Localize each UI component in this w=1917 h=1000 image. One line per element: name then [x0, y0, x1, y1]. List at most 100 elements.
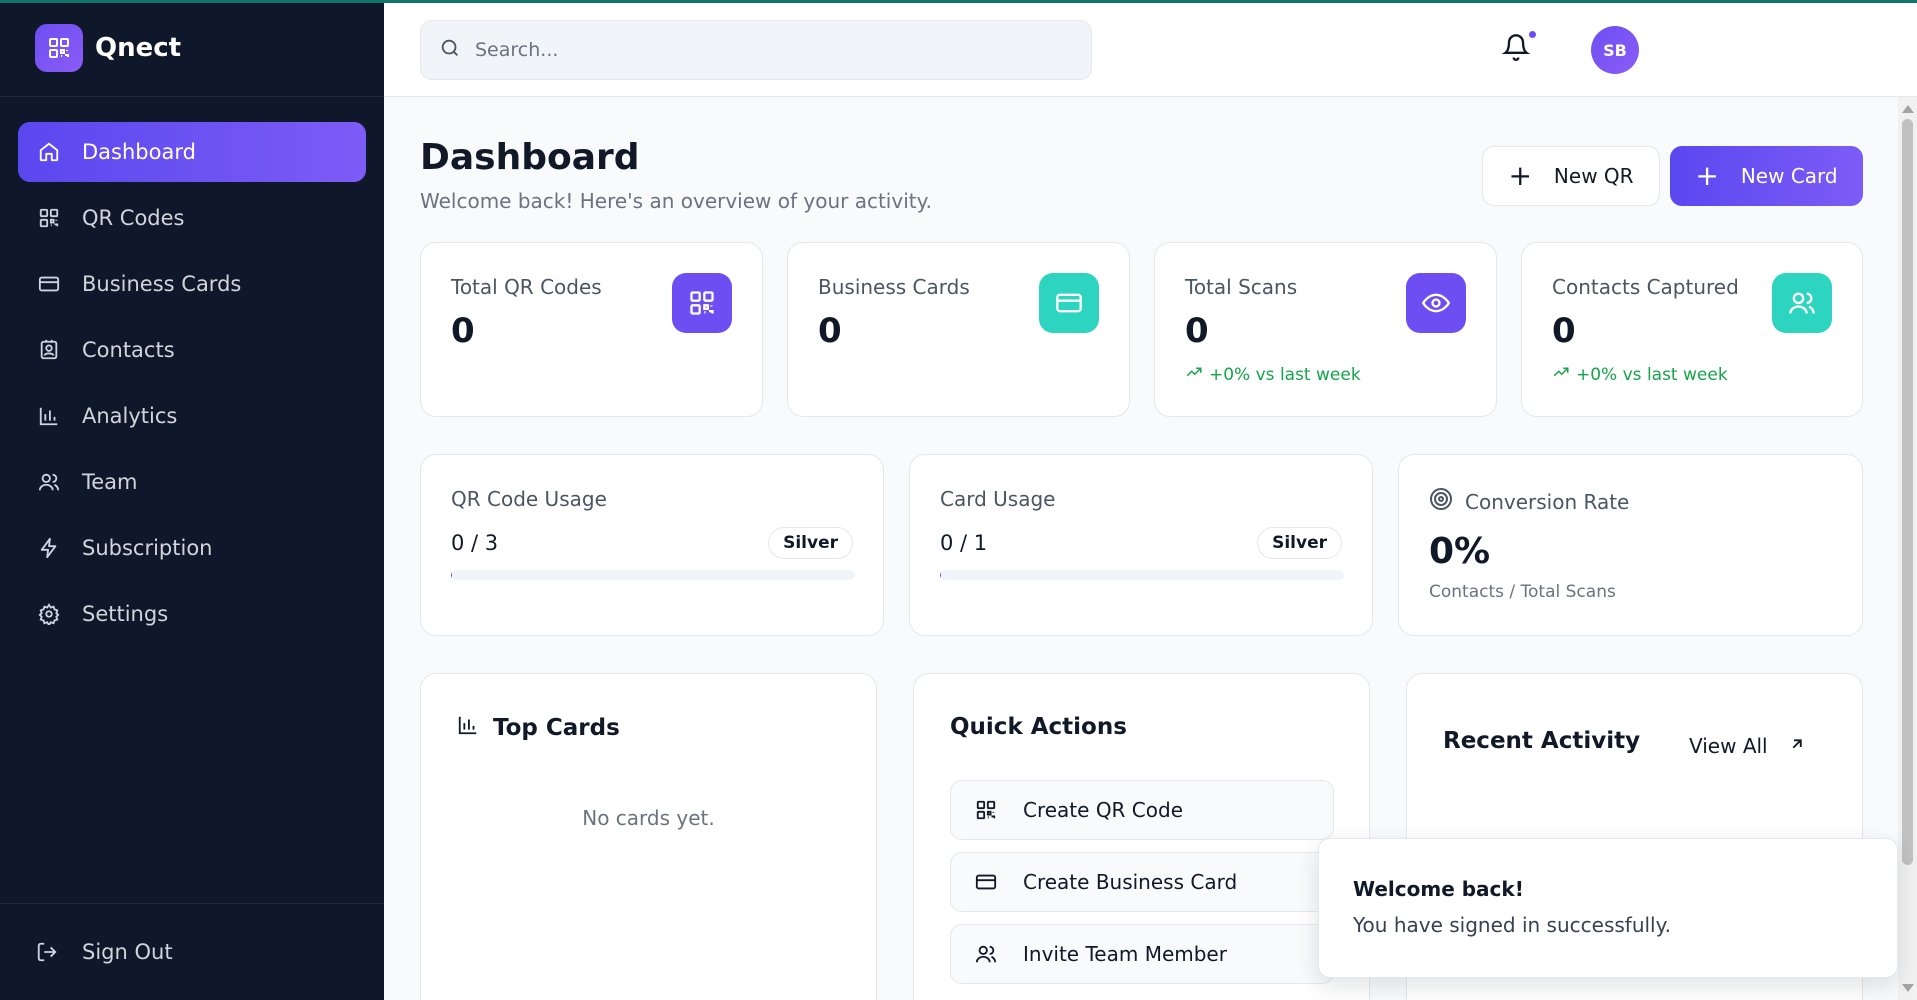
sidebar-item-team[interactable]: Team: [18, 452, 366, 512]
usage-progress-bar: [451, 570, 855, 580]
sidebar-item-dashboard[interactable]: Dashboard: [18, 122, 366, 182]
quick-actions-title: Quick Actions: [950, 714, 1127, 740]
stat-card-business-cards: Business Cards 0: [787, 242, 1130, 417]
brand-logo-icon: [35, 24, 83, 72]
eye-icon: [1406, 273, 1466, 333]
trending-up-icon: [1185, 363, 1209, 386]
stat-trend: +0% vs last week: [1552, 363, 1728, 386]
sidebar-item-label: QR Codes: [82, 206, 185, 230]
sidebar: Qnect Dashboard QR Codes Business Cards …: [0, 0, 384, 1000]
usage-count: 0 / 3: [451, 531, 499, 555]
sidebar-item-label: Settings: [82, 602, 169, 626]
bell-icon: [1501, 34, 1531, 65]
plan-badge: Silver: [768, 527, 853, 559]
gear-icon: [36, 601, 62, 627]
stat-trend: +0% vs last week: [1185, 363, 1361, 386]
bolt-icon: [36, 535, 62, 561]
scroll-up-arrow-icon[interactable]: [1902, 105, 1914, 113]
usage-label: QR Code Usage: [451, 487, 607, 511]
log-out-icon: [36, 939, 62, 965]
new-qr-button[interactable]: + New QR: [1482, 146, 1660, 206]
view-all-link[interactable]: View All: [1689, 734, 1806, 758]
quick-action-label: Create Business Card: [1023, 870, 1238, 894]
top-cards-panel: Top Cards No cards yet.: [420, 673, 877, 1000]
card-usage-card: Card Usage 0 / 1 Silver: [909, 454, 1373, 636]
page-title: Dashboard: [420, 137, 640, 178]
sign-out-button[interactable]: Sign Out: [0, 903, 384, 1000]
sidebar-item-subscription[interactable]: Subscription: [18, 518, 366, 578]
credit-card-icon: [36, 271, 62, 297]
home-icon: [36, 139, 62, 165]
qr-code-icon: [975, 797, 1001, 823]
usage-label: Card Usage: [940, 487, 1056, 511]
invite-team-member-button[interactable]: Invite Team Member: [950, 924, 1334, 984]
toast-message: You have signed in successfully.: [1353, 913, 1671, 937]
arrow-up-right-icon: [1768, 734, 1806, 758]
top-cards-title: Top Cards: [457, 714, 620, 742]
brand-name: Qnect: [95, 33, 182, 63]
panel-title-text: Top Cards: [493, 715, 620, 741]
top-header: SB: [384, 3, 1917, 97]
stat-label: Total QR Codes: [451, 275, 602, 299]
notification-dot: [1527, 29, 1538, 40]
usage-progress-fill: [940, 570, 941, 580]
page-subtitle: Welcome back! Here's an overview of your…: [420, 189, 932, 213]
sidebar-item-contacts[interactable]: Contacts: [18, 320, 366, 380]
page-scrollbar[interactable]: [1898, 97, 1917, 1000]
toast-title: Welcome back!: [1353, 877, 1524, 901]
new-qr-label: New QR: [1553, 164, 1634, 188]
brand[interactable]: Qnect: [0, 0, 384, 97]
sidebar-item-label: Business Cards: [82, 272, 242, 296]
conversion-value: 0%: [1429, 531, 1491, 572]
stat-card-total-qr-codes: Total QR Codes 0: [420, 242, 763, 417]
sidebar-item-qr-codes[interactable]: QR Codes: [18, 188, 366, 248]
trending-up-icon: [1552, 363, 1576, 386]
bar-chart-icon: [457, 714, 493, 742]
sidebar-item-settings[interactable]: Settings: [18, 584, 366, 644]
quick-actions-panel: Quick Actions Create QR Code Create Busi…: [913, 673, 1370, 1000]
search-box[interactable]: [420, 20, 1092, 80]
conversion-subtitle: Contacts / Total Scans: [1429, 582, 1616, 602]
plus-icon: +: [1695, 159, 1719, 192]
users-icon: [1772, 273, 1832, 333]
trend-text: +0% vs last week: [1209, 364, 1361, 385]
sign-out-label: Sign Out: [82, 940, 173, 964]
usage-progress-bar: [940, 570, 1344, 580]
quick-action-label: Create QR Code: [1023, 798, 1184, 822]
quick-action-label: Invite Team Member: [1023, 942, 1227, 966]
qr-code-icon: [36, 205, 62, 231]
stat-card-total-scans: Total Scans 0 +0% vs last week: [1154, 242, 1497, 417]
sidebar-nav: Dashboard QR Codes Business Cards Contac…: [0, 97, 384, 644]
conversion-label: Conversion Rate: [1465, 489, 1630, 514]
sidebar-item-business-cards[interactable]: Business Cards: [18, 254, 366, 314]
credit-card-icon: [975, 869, 1001, 895]
plus-icon: +: [1508, 159, 1532, 192]
usage-count: 0 / 1: [940, 531, 988, 555]
notification-button[interactable]: [1501, 29, 1538, 65]
avatar[interactable]: SB: [1591, 26, 1639, 74]
bar-chart-icon: [36, 403, 62, 429]
sidebar-item-label: Subscription: [82, 536, 213, 560]
contact-icon: [36, 337, 62, 363]
scroll-thumb[interactable]: [1902, 119, 1913, 865]
toast-notification[interactable]: Welcome back! You have signed in success…: [1318, 838, 1898, 978]
sidebar-item-label: Team: [82, 470, 138, 494]
create-qr-code-button[interactable]: Create QR Code: [950, 780, 1334, 840]
search-input[interactable]: [475, 39, 1075, 61]
scroll-down-arrow-icon[interactable]: [1902, 984, 1914, 992]
usage-progress-fill: [451, 570, 452, 580]
stat-card-contacts-captured: Contacts Captured 0 +0% vs last week: [1521, 242, 1863, 417]
sidebar-item-analytics[interactable]: Analytics: [18, 386, 366, 446]
credit-card-icon: [1039, 273, 1099, 333]
sidebar-item-label: Contacts: [82, 338, 175, 362]
trend-text: +0% vs last week: [1576, 364, 1728, 385]
create-business-card-button[interactable]: Create Business Card: [950, 852, 1334, 912]
target-icon: [1429, 487, 1465, 516]
stat-label: Total Scans: [1185, 275, 1298, 299]
recent-activity-title: Recent Activity: [1443, 728, 1641, 754]
new-card-button[interactable]: + New Card: [1670, 146, 1863, 206]
new-card-label: New Card: [1740, 164, 1838, 188]
sidebar-item-label: Dashboard: [82, 140, 196, 164]
search-icon: [439, 37, 461, 63]
users-icon: [36, 469, 62, 495]
